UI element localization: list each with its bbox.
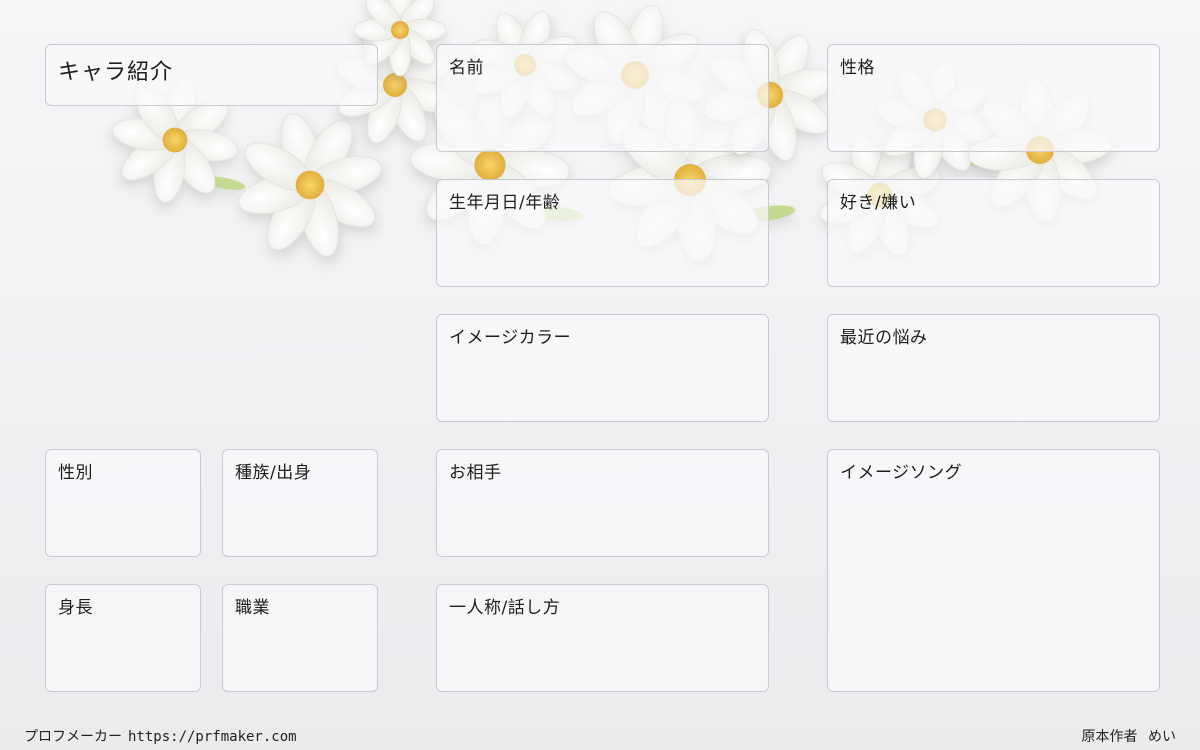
image-song-field[interactable]: イメージソング bbox=[827, 449, 1160, 692]
partner-field[interactable]: お相手 bbox=[436, 449, 769, 557]
occupation-field[interactable]: 職業 bbox=[222, 584, 378, 692]
height-label: 身長 bbox=[58, 598, 93, 618]
author-label: 原本作者 bbox=[1081, 729, 1138, 745]
birthday-age-field[interactable]: 生年月日/年齢 bbox=[436, 179, 769, 287]
gender-field[interactable]: 性別 bbox=[45, 449, 201, 557]
site-name: プロフメーカー bbox=[24, 729, 122, 745]
name-field[interactable]: 名前 bbox=[436, 44, 769, 152]
first-person-speech-label: 一人称/話し方 bbox=[449, 598, 561, 618]
first-person-speech-field[interactable]: 一人称/話し方 bbox=[436, 584, 769, 692]
image-color-field[interactable]: イメージカラー bbox=[436, 314, 769, 422]
image-color-label: イメージカラー bbox=[449, 328, 572, 348]
occupation-label: 職業 bbox=[235, 598, 270, 618]
personality-label: 性格 bbox=[840, 58, 875, 78]
birthday-age-label: 生年月日/年齢 bbox=[449, 193, 561, 213]
likes-dislikes-label: 好き/嫌い bbox=[840, 193, 917, 213]
partner-label: お相手 bbox=[449, 463, 502, 483]
footer-left: プロフメーカー https://prfmaker.com bbox=[24, 726, 297, 746]
title-box: キャラ紹介 bbox=[45, 44, 378, 106]
gender-label: 性別 bbox=[58, 463, 93, 483]
footer-right: 原本作者 めい bbox=[1082, 726, 1176, 746]
race-origin-field[interactable]: 種族/出身 bbox=[222, 449, 378, 557]
recent-worry-field[interactable]: 最近の悩み bbox=[827, 314, 1160, 422]
flower-center-icon bbox=[391, 21, 409, 39]
likes-dislikes-field[interactable]: 好き/嫌い bbox=[827, 179, 1160, 287]
page-title: キャラ紹介 bbox=[58, 60, 174, 85]
name-label: 名前 bbox=[449, 58, 484, 78]
author-name: めい bbox=[1148, 729, 1176, 745]
image-song-label: イメージソング bbox=[840, 463, 963, 483]
recent-worry-label: 最近の悩み bbox=[840, 328, 928, 348]
site-url-link[interactable]: https://prfmaker.com bbox=[128, 729, 297, 745]
race-origin-label: 種族/出身 bbox=[235, 463, 312, 483]
personality-field[interactable]: 性格 bbox=[827, 44, 1160, 152]
height-field[interactable]: 身長 bbox=[45, 584, 201, 692]
